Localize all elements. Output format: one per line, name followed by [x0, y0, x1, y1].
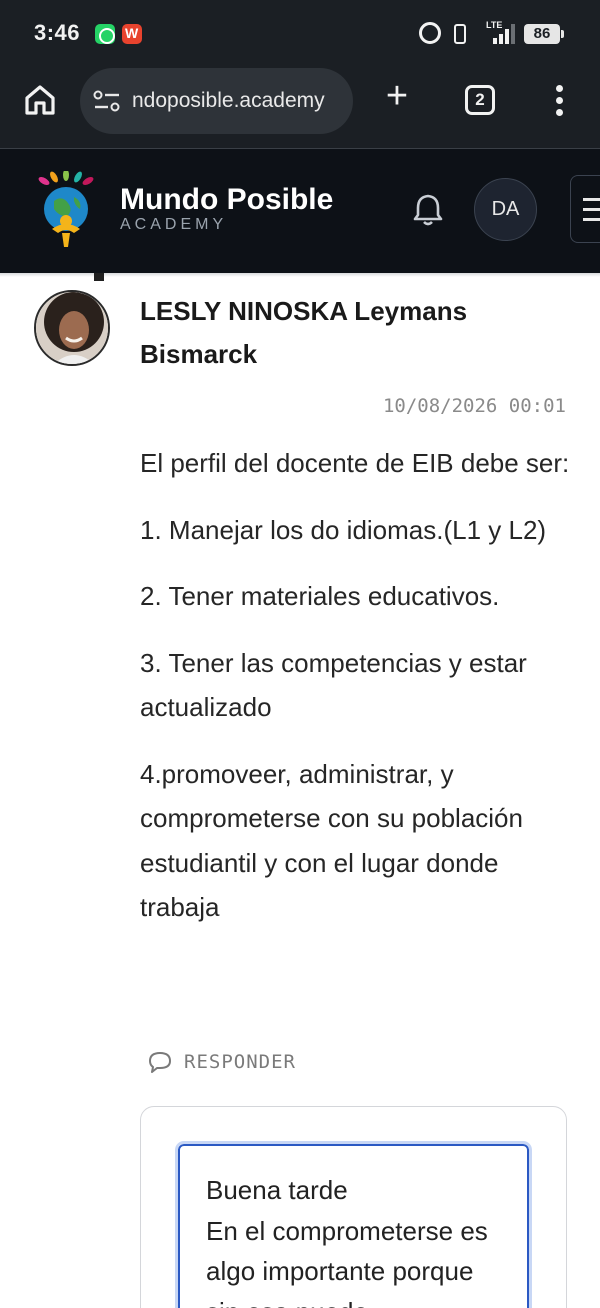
status-bar: 3:46 LTE 86: [0, 0, 600, 66]
clipped-heading-fragment: [94, 273, 104, 281]
comment-paragraph: 2. Tener materiales educativos.: [140, 581, 500, 611]
brand-name[interactable]: Mundo Posible: [120, 183, 333, 217]
address-bar[interactable]: ndoposible.academy: [80, 68, 353, 134]
brand-logo[interactable]: [30, 169, 102, 249]
site-settings-icon[interactable]: [93, 90, 121, 112]
hamburger-menu-icon[interactable]: [570, 175, 600, 243]
comment-paragraph: 3. Tener las competencias y estar actual…: [140, 647, 527, 723]
commenter-avatar: [34, 290, 110, 366]
alarm-icon: [419, 22, 441, 44]
speech-bubble-icon: [148, 1051, 172, 1073]
vibrate-icon: [454, 24, 466, 44]
wps-notification-icon: [122, 24, 142, 44]
reply-form: Buena tarde En el comprometerse es algo …: [140, 1106, 567, 1308]
comment-paragraph: 1. Manejar los do idiomas.(L1 y L2): [140, 514, 547, 545]
comment-body: El perfil del docente de EIB debe ser: 1…: [140, 441, 570, 952]
reply-button[interactable]: RESPONDER: [148, 1047, 296, 1077]
comment-date: 10/08/2026 00:01: [382, 395, 566, 417]
url-text[interactable]: ndoposible.academy: [132, 89, 342, 113]
brand-subtitle: ACADEMY: [120, 216, 228, 233]
status-time: 3:46: [34, 20, 81, 45]
signal-icon: [485, 22, 515, 44]
comment-paragraph: El perfil del docente de EIB debe ser:: [140, 448, 570, 478]
comment-author[interactable]: LESLY NINOSKA Leymans Bismarck: [140, 290, 540, 376]
reply-textarea[interactable]: Buena tarde En el comprometerse es algo …: [175, 1141, 532, 1308]
new-tab-button[interactable]: +: [380, 77, 414, 115]
whatsapp-notification-icon: [95, 24, 115, 44]
bell-icon[interactable]: [412, 192, 444, 226]
more-vertical-icon[interactable]: [553, 83, 567, 117]
site-header: Mundo Posible ACADEMY DA: [0, 149, 600, 273]
tab-switcher-button[interactable]: 2: [465, 85, 495, 115]
user-avatar-button[interactable]: DA: [474, 178, 537, 241]
browser-toolbar: ndoposible.academy + 2: [0, 66, 600, 148]
reply-label[interactable]: RESPONDER: [184, 1051, 296, 1073]
home-icon[interactable]: [22, 82, 58, 118]
comment-paragraph: 4.promoveer, administrar, y comprometers…: [140, 758, 523, 923]
battery-indicator: 86: [524, 24, 564, 44]
header-shadow: [0, 273, 600, 277]
